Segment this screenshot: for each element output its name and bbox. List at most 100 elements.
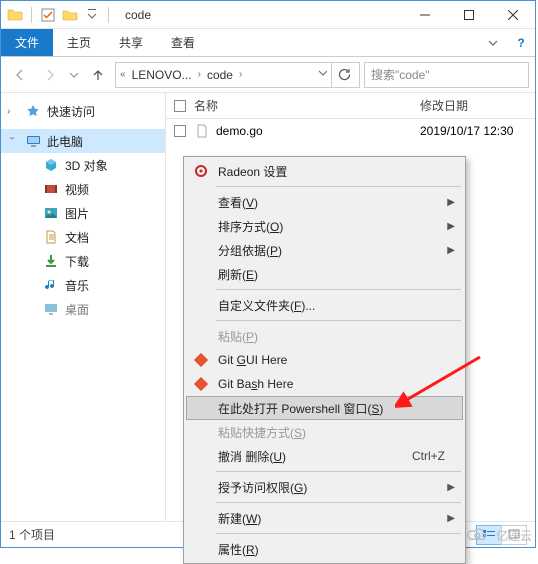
menu-separator <box>216 533 461 534</box>
qat-dropdown-icon[interactable] <box>84 7 100 23</box>
maximize-button[interactable] <box>447 1 491 29</box>
menu-view[interactable]: 查看(V)▶ <box>186 190 463 214</box>
documents-icon <box>43 229 59 245</box>
dropdown-icon[interactable] <box>319 69 327 80</box>
quick-access-toolbar <box>1 7 117 23</box>
menu-git-bash[interactable]: Git Bash Here <box>186 372 463 396</box>
column-date[interactable]: 修改日期 <box>420 97 535 114</box>
qat-newfolder-icon[interactable] <box>62 7 78 23</box>
tab-share[interactable]: 共享 <box>105 29 157 56</box>
divider <box>31 7 32 23</box>
menu-grant-access[interactable]: 授予访问权限(G)▶ <box>186 475 463 499</box>
music-icon <box>43 277 59 293</box>
divider <box>108 7 109 23</box>
nav-documents[interactable]: 文档 <box>1 225 165 249</box>
menu-separator <box>216 471 461 472</box>
menu-new[interactable]: 新建(W)▶ <box>186 506 463 530</box>
nav-desktop[interactable]: 桌面 <box>1 297 165 321</box>
chevron-right-icon: ▶ <box>447 513 455 524</box>
file-icon <box>194 123 210 139</box>
menu-separator <box>216 186 461 187</box>
chevron-right-icon: ▶ <box>447 245 455 256</box>
nav-label: 图片 <box>65 205 89 222</box>
chevron-right-icon: ▶ <box>447 221 455 232</box>
chevron-right-icon: › <box>198 69 201 80</box>
help-button[interactable]: ? <box>507 29 535 56</box>
close-button[interactable] <box>491 1 535 29</box>
chevron-right-icon[interactable]: › <box>7 106 17 117</box>
nav-3d-objects[interactable]: 3D 对象 <box>1 153 165 177</box>
nav-label: 音乐 <box>65 277 89 294</box>
nav-videos[interactable]: 视频 <box>1 177 165 201</box>
file-date: 2019/10/17 12:30 <box>420 124 535 138</box>
menu-paste-shortcut: 粘贴快捷方式(S) <box>186 420 463 444</box>
nav-pictures[interactable]: 图片 <box>1 201 165 225</box>
nav-label: 快速访问 <box>47 103 95 120</box>
large-icons-view-button[interactable] <box>501 525 527 545</box>
menu-properties[interactable]: 属性(R) <box>186 537 463 561</box>
video-icon <box>43 181 59 197</box>
row-checkbox[interactable] <box>174 125 194 137</box>
breadcrumb-segment[interactable]: LENOVO... <box>128 68 196 82</box>
nav-label: 视频 <box>65 181 89 198</box>
search-placeholder: 搜索"code" <box>371 66 430 83</box>
shortcut-label: Ctrl+Z <box>412 449 445 463</box>
pictures-icon <box>43 205 59 221</box>
window-title: code <box>117 8 403 22</box>
menu-radeon-settings[interactable]: Radeon 设置 <box>186 159 463 183</box>
menu-refresh[interactable]: 刷新(E) <box>186 262 463 286</box>
address-bar: « LENOVO... › code › 搜索"code" <box>1 57 535 93</box>
up-button[interactable] <box>85 62 111 88</box>
nav-downloads[interactable]: 下载 <box>1 249 165 273</box>
menu-paste: 粘贴(P) <box>186 324 463 348</box>
context-menu: Radeon 设置 查看(V)▶ 排序方式(O)▶ 分组依据(P)▶ 刷新(E)… <box>183 156 466 564</box>
nav-this-pc[interactable]: › 此电脑 <box>1 129 165 153</box>
menu-separator <box>216 320 461 321</box>
ribbon-expand-button[interactable] <box>479 29 507 56</box>
nav-quick-access[interactable]: › 快速访问 <box>1 99 165 123</box>
minimize-button[interactable] <box>403 1 447 29</box>
breadcrumb[interactable]: « LENOVO... › code › <box>115 62 360 88</box>
nav-label: 桌面 <box>65 301 89 318</box>
window-controls <box>403 1 535 29</box>
computer-icon <box>25 133 41 149</box>
chevron-right-icon: ▶ <box>447 197 455 208</box>
star-icon <box>25 103 41 119</box>
menu-separator <box>216 502 461 503</box>
details-view-button[interactable] <box>476 525 502 545</box>
item-count: 1 个项目 <box>9 526 55 543</box>
folder-icon <box>7 7 23 23</box>
radeon-icon <box>192 162 210 180</box>
file-row[interactable]: demo.go 2019/10/17 12:30 <box>166 119 535 143</box>
download-icon <box>43 253 59 269</box>
menu-git-gui[interactable]: Git GUI Here <box>186 348 463 372</box>
tab-view[interactable]: 查看 <box>157 29 209 56</box>
refresh-button[interactable] <box>331 63 355 87</box>
select-all-checkbox[interactable] <box>174 100 194 112</box>
menu-group-by[interactable]: 分组依据(P)▶ <box>186 238 463 262</box>
column-headers: 名称 修改日期 <box>166 93 535 119</box>
menu-open-powershell[interactable]: 在此处打开 Powershell 窗口(S) <box>186 396 463 420</box>
nav-label: 下载 <box>65 253 89 270</box>
chevron-right-icon: › <box>239 69 242 80</box>
menu-undo-delete[interactable]: 撤消 删除(U)Ctrl+Z <box>186 444 463 468</box>
qat-properties-checkbox[interactable] <box>40 7 56 23</box>
nav-label: 文档 <box>65 229 89 246</box>
nav-label: 此电脑 <box>47 133 83 150</box>
back-button[interactable] <box>7 62 33 88</box>
column-name[interactable]: 名称 <box>194 97 420 114</box>
search-input[interactable]: 搜索"code" <box>364 62 529 88</box>
tab-home[interactable]: 主页 <box>53 29 105 56</box>
chevron-down-icon[interactable]: › <box>7 136 18 146</box>
nav-music[interactable]: 音乐 <box>1 273 165 297</box>
git-icon <box>192 351 210 369</box>
recent-dropdown[interactable] <box>67 62 81 88</box>
file-name: demo.go <box>216 124 420 138</box>
desktop-icon <box>43 301 59 317</box>
breadcrumb-segment[interactable]: code <box>203 68 237 82</box>
forward-button[interactable] <box>37 62 63 88</box>
menu-customize-folder[interactable]: 自定义文件夹(F)... <box>186 293 463 317</box>
tab-file[interactable]: 文件 <box>1 29 53 56</box>
menu-sort-by[interactable]: 排序方式(O)▶ <box>186 214 463 238</box>
chevron-left-icon[interactable]: « <box>120 69 126 80</box>
